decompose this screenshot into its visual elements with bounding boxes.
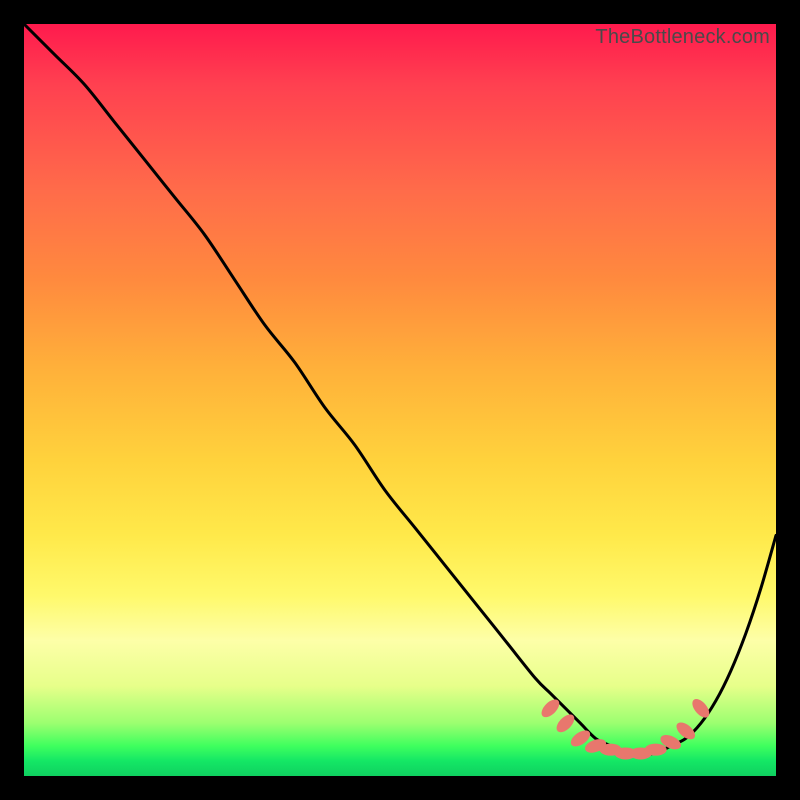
optimal-marker xyxy=(689,696,712,721)
chart-container: TheBottleneck.com xyxy=(0,0,800,800)
plot-area: TheBottleneck.com xyxy=(24,24,776,776)
bottleneck-curve xyxy=(24,24,776,754)
curve-layer xyxy=(24,24,776,776)
optimal-marker xyxy=(645,744,667,756)
